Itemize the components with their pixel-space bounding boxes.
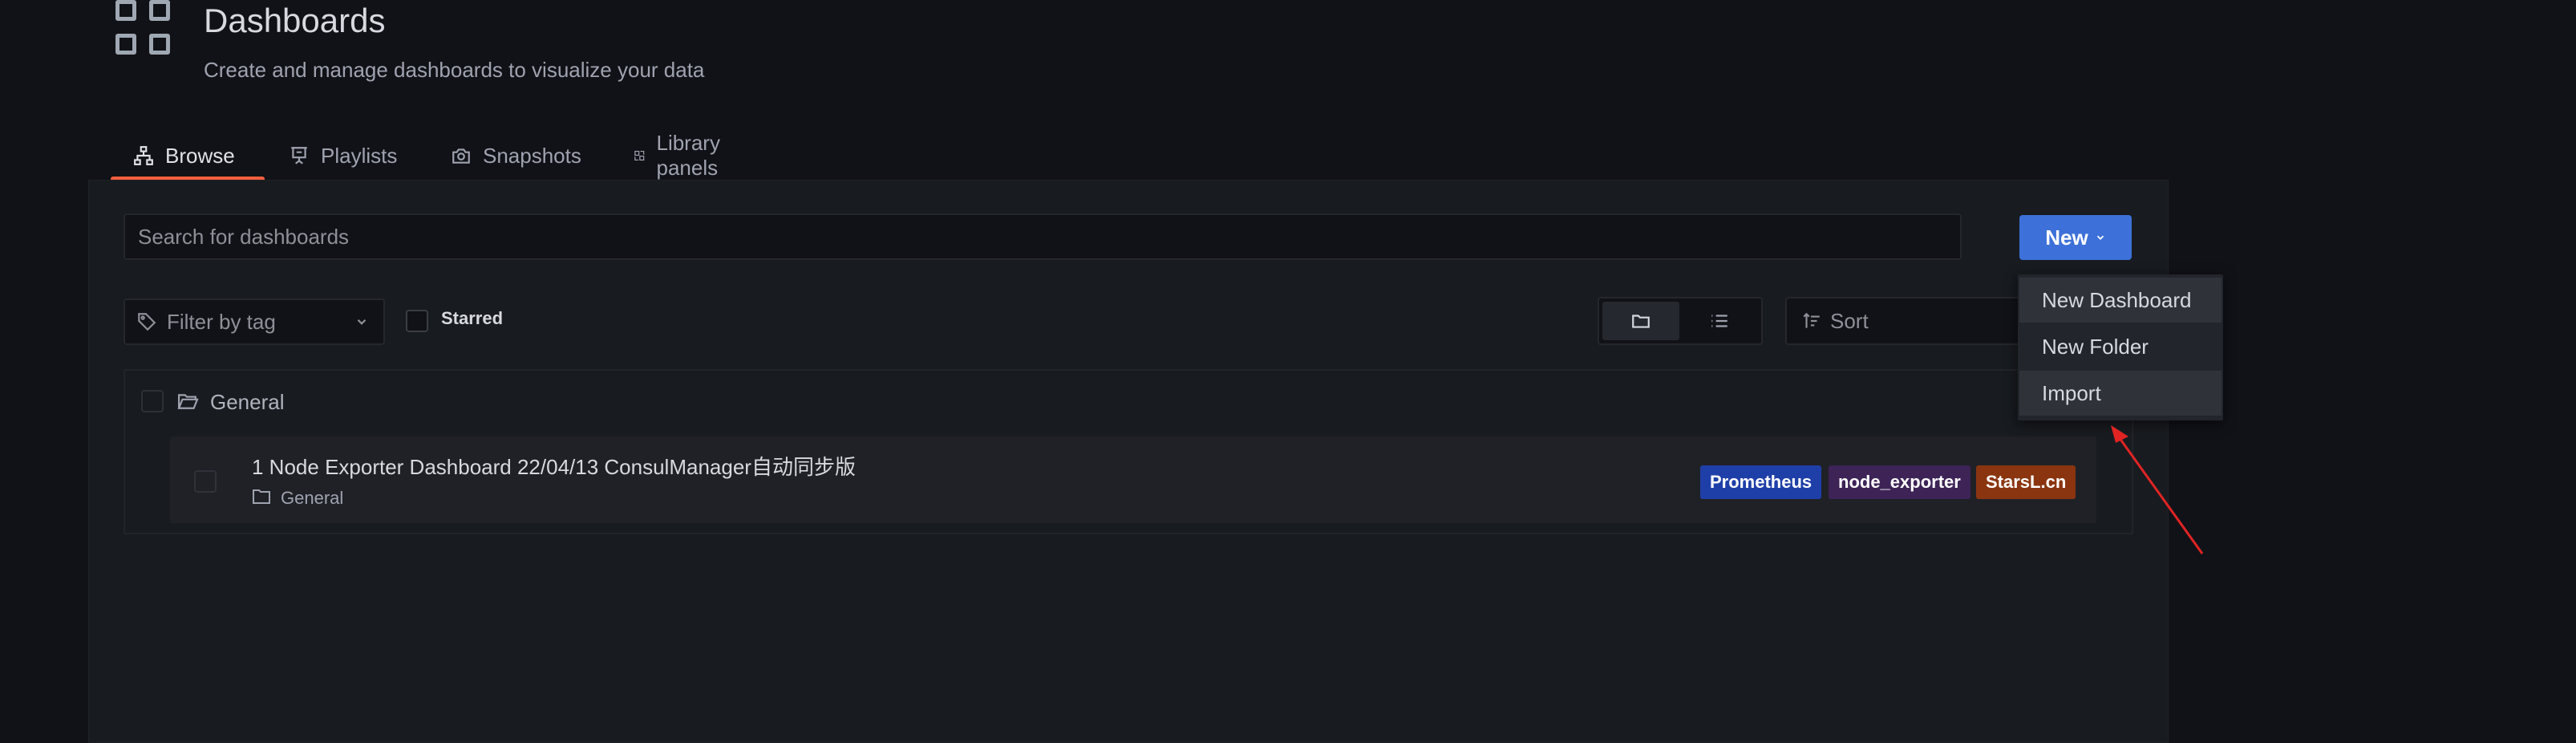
- sitemap-icon: [134, 146, 153, 165]
- filter-by-tag-select[interactable]: Filter by tag: [124, 298, 385, 345]
- tab-snapshots[interactable]: Snapshots: [451, 133, 581, 178]
- menu-item-new-folder[interactable]: New Folder: [2019, 324, 2222, 369]
- tag-starsl-cn[interactable]: StarsL.cn: [1976, 465, 2076, 499]
- new-button[interactable]: New: [2019, 215, 2132, 260]
- tab-playlists[interactable]: Playlists: [289, 133, 397, 178]
- folder-name[interactable]: General: [210, 390, 285, 415]
- list-icon: [1711, 315, 1727, 327]
- dashboard-checkbox[interactable]: [194, 470, 217, 493]
- app-root: Dashboards Create and manage dashboards …: [0, 0, 2576, 743]
- menu-item-import[interactable]: Import: [2019, 371, 2222, 416]
- annotation-arrow: [2111, 425, 2204, 554]
- tab-browse[interactable]: Browse: [111, 133, 265, 181]
- tag-node-exporter[interactable]: node_exporter: [1829, 465, 1970, 499]
- chevron-down-icon: [2096, 235, 2104, 240]
- tag-icon: [138, 313, 156, 331]
- chevron-down-icon: [357, 319, 367, 325]
- starred-label: Starred: [441, 308, 504, 328]
- sort-icon: [1803, 312, 1820, 328]
- folder-icon: [253, 489, 270, 504]
- menu-item-new-dashboard[interactable]: New Dashboard: [2019, 278, 2222, 323]
- page-subtitle: Create and manage dashboards to visualiz…: [204, 58, 705, 82]
- view-mode-toggle: [1598, 297, 1763, 345]
- folder-icon: [1632, 315, 1650, 328]
- list-view-button[interactable]: [1681, 302, 1758, 340]
- new-button-label: New: [2045, 225, 2088, 250]
- folder-open-icon: [177, 394, 199, 409]
- camera-icon: [452, 148, 470, 164]
- tab-browse-label: Browse: [165, 143, 235, 168]
- dashboards-grid-icon: [115, 0, 176, 61]
- folder-checkbox[interactable]: [141, 390, 164, 412]
- starred-checkbox[interactable]: [406, 310, 428, 332]
- tag-prometheus[interactable]: Prometheus: [1700, 465, 1822, 499]
- sort-placeholder: Sort: [1830, 308, 1869, 333]
- filter-by-tag-placeholder: Filter by tag: [167, 309, 276, 334]
- tab-playlists-label: Playlists: [321, 143, 398, 168]
- dashboard-folder-label: General: [281, 488, 344, 508]
- page-title: Dashboards: [204, 2, 386, 39]
- tab-library-panels[interactable]: Library panels: [634, 131, 729, 180]
- search-input[interactable]: [124, 213, 1962, 260]
- tab-snapshots-label: Snapshots: [483, 143, 581, 168]
- new-dropdown-menu: New Dashboard New Folder Import: [2018, 274, 2223, 420]
- tab-library-panels-label: Library panels: [656, 131, 720, 180]
- dashboard-title[interactable]: 1 Node Exporter Dashboard 22/04/13 Consu…: [252, 451, 856, 481]
- presentation-icon: [291, 147, 307, 164]
- sort-select[interactable]: Sort: [1785, 297, 2026, 345]
- library-panel-icon: [634, 150, 645, 161]
- folder-view-button[interactable]: [1602, 302, 1679, 340]
